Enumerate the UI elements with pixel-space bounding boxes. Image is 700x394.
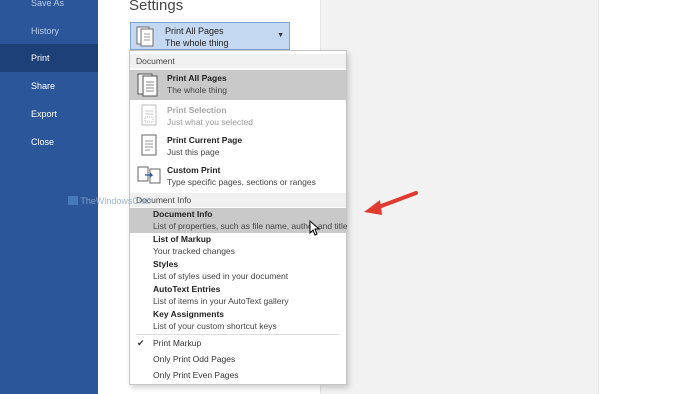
menu-item-title: Document Info: [153, 209, 213, 219]
menu-option-print-markup[interactable]: ✔ Print Markup: [130, 335, 346, 351]
section-header-document: Document: [130, 54, 346, 68]
option-label: Only Print Odd Pages: [153, 354, 236, 364]
menu-item-title: Print Selection: [167, 105, 227, 115]
watermark-logo-icon: [68, 196, 78, 205]
menu-item-title: Custom Print: [167, 165, 221, 175]
watermark-text: TheWindowsClub: [80, 196, 151, 206]
option-label: Only Print Even Pages: [153, 370, 239, 380]
selection-page-icon: [136, 103, 162, 131]
menu-item-title: Print Current Page: [167, 135, 243, 145]
menu-option-even-pages[interactable]: Only Print Even Pages: [130, 367, 346, 383]
menu-option-odd-pages[interactable]: Only Print Odd Pages: [130, 351, 346, 367]
nav-close[interactable]: Close: [0, 128, 98, 156]
custom-print-icon: [136, 163, 162, 191]
single-page-icon: [136, 133, 162, 161]
menu-item-desc: Your tracked changes: [153, 246, 235, 256]
checkmark-icon: ✔: [137, 338, 145, 348]
section-header-document-info: Document Info: [130, 193, 346, 207]
nav-share[interactable]: Share: [0, 72, 98, 100]
menu-item-print-selection[interactable]: Print Selection Just what you selected: [130, 102, 346, 130]
watermark: TheWindowsClub: [68, 196, 151, 206]
combo-selected-desc: The whole thing: [165, 38, 229, 48]
menu-item-title: Styles: [153, 259, 179, 269]
nav-history[interactable]: History: [0, 17, 98, 45]
mouse-cursor-icon: [309, 219, 321, 238]
settings-heading: Settings: [129, 0, 184, 14]
document-pages-icon: [136, 72, 162, 100]
nav-export[interactable]: Export: [0, 100, 98, 128]
menu-item-desc: List of your custom shortcut keys: [153, 321, 277, 331]
nav-save-as[interactable]: Save As: [0, 0, 98, 17]
menu-item-key-assignments[interactable]: Key Assignments List of your custom shor…: [130, 308, 346, 333]
chevron-down-icon: ▼: [277, 32, 284, 39]
menu-item-custom-print[interactable]: Custom Print Type specific pages, sectio…: [130, 162, 346, 190]
document-pages-icon: [135, 25, 157, 49]
menu-item-desc: Type specific pages, sections or ranges: [167, 177, 316, 187]
option-label: Print Markup: [153, 338, 202, 348]
annotation-arrow-icon: [362, 188, 422, 220]
nav-print[interactable]: Print: [0, 44, 98, 72]
menu-item-desc: List of styles used in your document: [153, 271, 289, 281]
menu-item-print-all-pages[interactable]: Print All Pages The whole thing: [130, 70, 346, 100]
menu-item-title: Print All Pages: [167, 73, 227, 83]
menu-item-desc: The whole thing: [167, 85, 228, 95]
menu-item-autotext-entries[interactable]: AutoText Entries List of items in your A…: [130, 283, 346, 308]
menu-item-desc: Just what you selected: [167, 117, 253, 127]
menu-item-print-current-page[interactable]: Print Current Page Just this page: [130, 132, 346, 160]
preview-margin: [598, 0, 700, 394]
menu-item-desc: Just this page: [167, 147, 220, 157]
menu-item-styles[interactable]: Styles List of styles used in your docum…: [130, 258, 346, 283]
menu-item-title: AutoText Entries: [153, 284, 221, 294]
menu-item-title: List of Markup: [153, 234, 212, 244]
print-range-dropdown: Document Print All Pages The whole thing: [129, 50, 348, 385]
menu-item-title: Key Assignments: [153, 309, 225, 319]
print-range-combo[interactable]: Print All Pages The whole thing ▼: [130, 22, 290, 50]
combo-selected-title: Print All Pages: [165, 26, 224, 36]
menu-item-desc: List of items in your AutoText gallery: [153, 296, 289, 306]
